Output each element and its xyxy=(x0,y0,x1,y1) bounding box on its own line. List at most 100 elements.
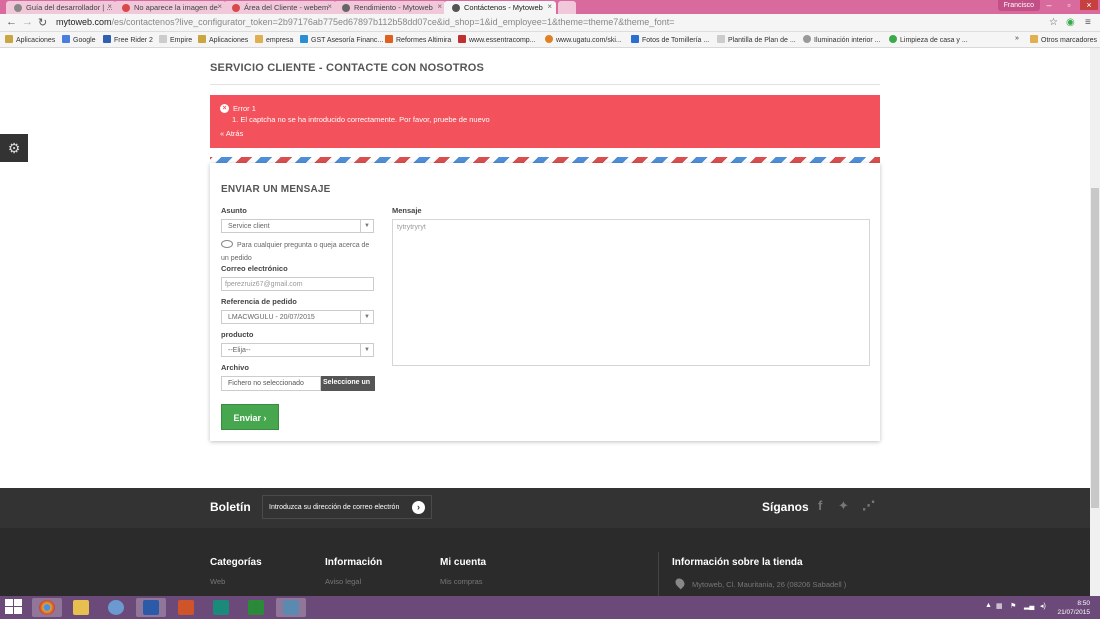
app-taskbar-icon[interactable] xyxy=(101,598,131,617)
close-tab-icon[interactable]: × xyxy=(107,2,112,11)
scroll-thumb[interactable] xyxy=(1091,188,1099,508)
product-label: producto xyxy=(221,330,254,339)
bookmark-item[interactable]: Google xyxy=(62,35,96,44)
page-icon xyxy=(159,35,167,43)
excel-taskbar-icon[interactable] xyxy=(241,598,271,617)
product-select[interactable]: --Elija-- ▼ xyxy=(221,343,374,357)
tab-favicon-icon xyxy=(122,4,130,12)
new-tab-button[interactable] xyxy=(558,1,576,14)
word-taskbar-icon[interactable] xyxy=(136,598,166,617)
network-icon[interactable]: ▂▄ xyxy=(1024,602,1034,610)
order-label: Referencia de pedido xyxy=(221,297,297,306)
email-field[interactable]: fperezruiz67@gmail.com xyxy=(221,277,374,291)
bookmark-item[interactable]: www.essentracomp... xyxy=(458,35,536,44)
bookmarks-overflow[interactable]: » xyxy=(1015,35,1019,42)
chevron-down-icon: ▼ xyxy=(360,344,373,356)
back-arrow-icon[interactable]: ← xyxy=(6,16,17,28)
bookmark-item[interactable]: Limpieza de casa y ... xyxy=(889,35,968,44)
send-button[interactable]: Enviar › xyxy=(221,404,279,430)
flag-icon[interactable]: ⚑ xyxy=(1010,602,1016,610)
minimize-icon[interactable]: – xyxy=(1040,0,1058,10)
bookmark-item[interactable]: Reformes Altimira xyxy=(385,35,451,44)
bookmark-item[interactable]: Iluminación interior ... xyxy=(803,35,881,44)
browser-user-badge[interactable]: Francisco xyxy=(997,0,1040,11)
email-label: Correo electrónico xyxy=(221,264,288,273)
explorer-taskbar-icon[interactable] xyxy=(66,598,96,617)
footer-link[interactable]: Aviso legal xyxy=(325,577,361,586)
bookmark-item[interactable]: Aplicaciones xyxy=(5,35,55,44)
footer-store-title: Información sobre la tienda xyxy=(672,557,803,568)
page-scrollbar[interactable] xyxy=(1090,48,1100,596)
message-textarea[interactable]: tytrytryryt xyxy=(392,219,870,366)
close-tab-icon[interactable]: × xyxy=(437,2,442,11)
bookmark-item[interactable]: Aplicaciones xyxy=(198,35,248,44)
browser-tab[interactable]: Área del Cliente - webem × xyxy=(224,1,336,14)
bookmark-item[interactable]: Fotos de Tornillería ... xyxy=(631,35,709,44)
url-field[interactable]: mytoweb.com/es/contactenos?live_configur… xyxy=(56,17,675,27)
bookmark-icon xyxy=(458,35,466,43)
footer-link[interactable]: Mis compras xyxy=(440,577,483,586)
browser-tab[interactable]: Rendimiento - Mytoweb × xyxy=(334,1,446,14)
clock-time: 8:50 xyxy=(1077,600,1090,607)
tray-windows-icon[interactable]: ▦ xyxy=(996,602,1003,610)
tab-label: Rendimiento - Mytoweb xyxy=(354,3,433,12)
bookmark-item[interactable]: Empire xyxy=(159,35,192,44)
facebook-icon[interactable]: f xyxy=(818,498,822,513)
powerpoint-taskbar-icon[interactable] xyxy=(171,598,201,617)
volume-icon[interactable]: ◂) xyxy=(1040,602,1046,610)
order-select[interactable]: LMACWGULU - 20/07/2015 ▼ xyxy=(221,310,374,324)
bookmark-item[interactable]: GST Asesoría Financ... xyxy=(300,35,383,44)
tab-favicon-icon xyxy=(452,4,460,12)
tab-label: Área del Cliente - webem xyxy=(244,3,329,12)
menu-icon[interactable]: ≡ xyxy=(1085,17,1091,28)
reload-icon[interactable]: ↻ xyxy=(38,16,47,29)
subject-help: Para cualquier pregunta o queja acerca d… xyxy=(221,240,370,262)
close-tab-icon[interactable]: × xyxy=(217,2,222,11)
chrome-taskbar-icon[interactable] xyxy=(32,598,62,617)
back-link[interactable]: « Atrás xyxy=(220,129,870,138)
clock-date: 21/07/2015 xyxy=(1057,609,1090,616)
close-tab-icon[interactable]: × xyxy=(547,2,552,11)
tab-label: No aparece la imagen de xyxy=(134,3,218,12)
bookmark-item[interactable]: Plantilla de Plan de ... xyxy=(717,35,796,44)
apps-icon xyxy=(5,35,13,43)
bookmark-item[interactable]: empresa xyxy=(255,35,293,44)
bookmark-item[interactable]: www.ugatu.com/ski... xyxy=(545,35,622,44)
tab-favicon-icon xyxy=(342,4,350,12)
tray-arrow-icon[interactable]: ▲ xyxy=(985,602,992,609)
browser-tab[interactable]: No aparece la imagen de × xyxy=(114,1,226,14)
bookmark-icon xyxy=(385,35,393,43)
extension-icon[interactable]: ◉ xyxy=(1066,17,1075,28)
browser-tab-active[interactable]: Contáctenos - Mytoweb × xyxy=(444,1,556,14)
windows-start-icon[interactable] xyxy=(5,599,23,616)
close-window-icon[interactable]: × xyxy=(1080,0,1098,10)
submit-arrow-icon[interactable]: › xyxy=(412,501,425,514)
publisher-taskbar-icon[interactable] xyxy=(206,598,236,617)
rss-icon[interactable]: ⋰ xyxy=(862,498,875,514)
file-select-button[interactable]: Seleccione un xyxy=(321,376,375,391)
footer-link[interactable]: Web xyxy=(210,577,225,586)
browser-tab[interactable]: Guía del desarrollador | ... × xyxy=(6,1,116,14)
tab-favicon-icon xyxy=(232,4,240,12)
address-bar: ← → ↻ mytoweb.com/es/contactenos?live_co… xyxy=(0,14,1100,32)
file-label: Archivo xyxy=(221,363,249,372)
footer-divider xyxy=(658,552,659,596)
bookmark-star-icon[interactable]: ☆ xyxy=(1049,17,1058,28)
gear-icon[interactable]: ⚙ xyxy=(0,134,28,162)
taskbar-clock[interactable]: 8:50 21/07/2015 xyxy=(1057,599,1090,617)
twitter-icon[interactable]: ✦ xyxy=(838,498,849,514)
form-title: ENVIAR UN MENSAJE xyxy=(221,184,331,195)
newsletter-title: Boletín xyxy=(210,500,251,514)
app-taskbar-icon[interactable] xyxy=(276,598,306,617)
bookmark-item[interactable]: Free Rider 2 xyxy=(103,35,153,44)
file-name: Fichero no seleccionado xyxy=(221,376,321,391)
subject-select[interactable]: Service client ▼ xyxy=(221,219,374,233)
bookmark-item[interactable]: Otros marcadores xyxy=(1030,35,1097,44)
maximize-icon[interactable]: ▫ xyxy=(1060,0,1078,10)
apps-icon xyxy=(198,35,206,43)
bookmark-icon xyxy=(545,35,553,43)
newsletter-email-input[interactable]: Introduzca su dirección de correo electr… xyxy=(262,495,432,519)
close-tab-icon[interactable]: × xyxy=(327,2,332,11)
forward-arrow-icon[interactable]: → xyxy=(22,16,33,28)
product-value: --Elija-- xyxy=(228,347,251,354)
